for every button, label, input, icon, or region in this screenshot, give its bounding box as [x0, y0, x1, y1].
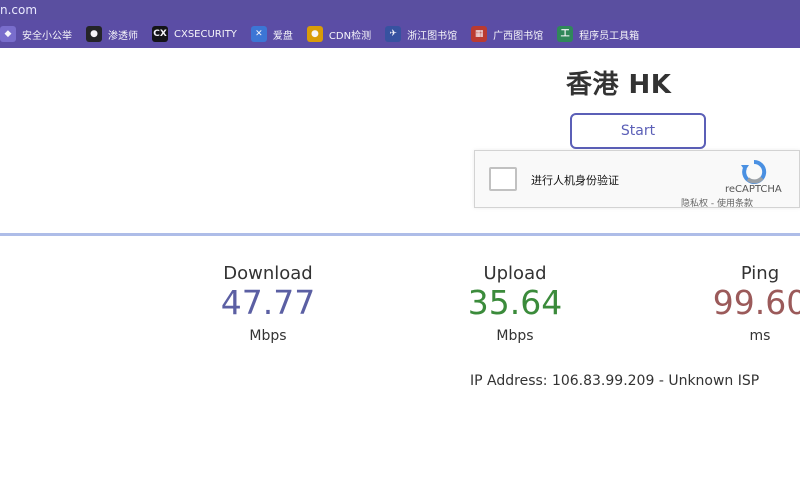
- lock-icon: ●: [306, 26, 323, 42]
- bookmark-cdn-check[interactable]: ● CDN检测: [306, 26, 372, 42]
- bookmarks-bar: ◆ 安全小公举 ● 渗透师 CX CXSECURITY ✕ 爱盘 ● CDN检测…: [0, 20, 800, 48]
- url-text[interactable]: n.com: [0, 2, 37, 18]
- bookmark-label: 渗透师: [108, 30, 138, 42]
- recaptcha-widget: 进行人机身份验证 reCAPTCHA 隐私权 - 使用条款: [474, 150, 800, 209]
- bookmark-anquanxiaogongju[interactable]: ◆ 安全小公举: [0, 26, 72, 42]
- toolbox-icon: 工: [557, 26, 574, 42]
- ping-value: 99.60: [712, 283, 800, 322]
- upload-unit: Mbps: [496, 328, 534, 344]
- bookmark-label: 程序员工具箱: [579, 30, 640, 42]
- bookmark-label: CDN检测: [328, 30, 372, 42]
- download-unit: Mbps: [249, 328, 287, 344]
- download-metric: Download 47.77 Mbps: [190, 263, 346, 344]
- recaptcha-brand: reCAPTCHA: [725, 184, 782, 195]
- recaptcha-checkbox[interactable]: [489, 167, 517, 191]
- bookmark-label: 爱盘: [272, 30, 293, 42]
- library-icon: ▦: [471, 26, 488, 42]
- download-value: 47.77: [220, 283, 316, 322]
- download-label: Download: [223, 263, 313, 284]
- shield-icon: ◆: [0, 26, 16, 42]
- start-button[interactable]: Start: [570, 113, 706, 149]
- upload-label: Upload: [483, 263, 547, 284]
- bookmark-label: CXSECURITY: [174, 28, 237, 40]
- ping-unit: ms: [749, 328, 771, 344]
- recaptcha-label: 进行人机身份验证: [531, 174, 619, 187]
- ip-address-info: IP Address: 106.83.99.209 - Unknown ISP: [470, 373, 760, 389]
- ping-label: Ping: [740, 263, 780, 284]
- section-divider: [0, 233, 800, 236]
- bookmark-cxsecurity[interactable]: CX CXSECURITY: [152, 26, 237, 42]
- upload-metric: Upload 35.64 Mbps: [440, 263, 590, 344]
- address-bar[interactable]: n.com: [0, 0, 800, 20]
- recaptcha-privacy-links[interactable]: 隐私权 - 使用条款: [681, 196, 753, 209]
- panda-icon: ✕: [250, 26, 267, 42]
- cx-icon: CX: [152, 26, 168, 42]
- bookmark-shentoushi[interactable]: ● 渗透师: [86, 26, 138, 42]
- upload-value: 35.64: [467, 283, 563, 322]
- bookmark-label: 浙江图书馆: [407, 30, 458, 42]
- bookmark-label: 广西图书馆: [493, 30, 544, 42]
- bookmark-label: 安全小公举: [22, 30, 72, 42]
- bookmark-guangxi-library[interactable]: ▦ 广西图书馆: [471, 26, 543, 42]
- ping-metric: Ping 99.60 ms: [690, 263, 800, 344]
- bird-icon: ✈: [385, 26, 402, 42]
- bookmark-zhejiang-library[interactable]: ✈ 浙江图书馆: [385, 26, 457, 42]
- bookmark-programmer-toolbox[interactable]: 工 程序员工具箱: [557, 26, 639, 42]
- penguin-icon: ●: [86, 26, 102, 42]
- recaptcha-logo-icon: [741, 159, 767, 184]
- server-title: 香港 HK: [566, 70, 672, 100]
- bookmark-aipan[interactable]: ✕ 爱盘: [250, 26, 293, 42]
